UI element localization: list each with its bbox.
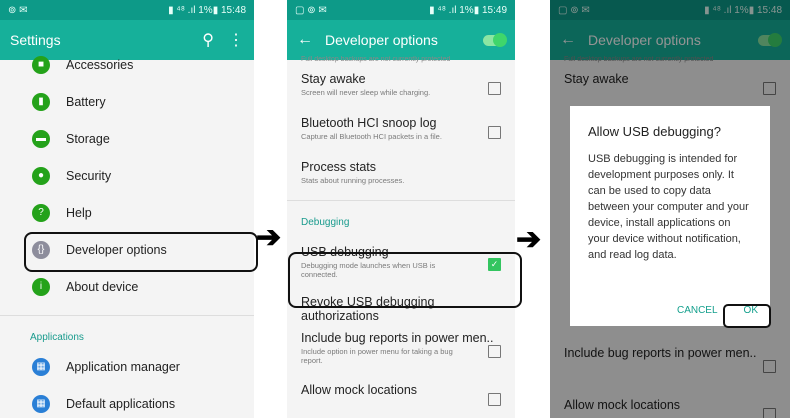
stay-awake-checkbox[interactable] [488,82,501,95]
settings-item-application-manager[interactable]: ▦ Application manager [0,348,254,385]
arrow-right-icon: ➔ [516,223,542,256]
divider [0,315,254,316]
settings-item-accessories[interactable]: ■ Accessories [0,46,254,83]
mock-locations-checkbox[interactable] [488,393,501,406]
option-bluetooth-hci[interactable]: Bluetooth HCI snoop log Capture all Blue… [287,110,515,154]
master-toggle[interactable] [483,32,507,47]
settings-item-label: Help [66,205,92,220]
accessories-icon: ■ [32,55,50,74]
option-stay-awake[interactable]: Stay awake Screen will never sleep while… [287,66,515,110]
status-left: ⊚ ✉ [8,4,28,16]
option-bug-reports[interactable]: Include bug reports in power men.. Inclu… [287,325,515,377]
option-title: Include bug reports in power men.. [301,331,494,345]
option-process-stats[interactable]: Process stats Stats about running proces… [287,154,515,198]
option-subtitle: Include option in power menu for taking … [301,347,453,365]
option-title: Process stats [301,160,377,174]
settings-item-label: Application manager [66,359,180,374]
search-icon[interactable]: ⚲ [202,30,214,50]
settings-item-about-device[interactable]: i About device [0,268,254,305]
about-device-icon: i [32,277,50,296]
dialog-title: Allow USB debugging? [588,124,721,139]
divider [287,200,515,201]
developer-options-screen: ▢ ⊚ ✉ ▮ ⁴⁸ .ıl 1%▮ 15:49 ← Developer opt… [287,0,515,418]
settings-screen: ⊚ ✉ ▮ ⁴⁸ .ıl 1%▮ 15:48 Settings ⚲ ⋮ ■ Acc… [0,0,254,418]
usb-debugging-dialog: Allow USB debugging? USB debugging is in… [570,106,770,326]
arrow-right-icon: ➔ [256,221,282,254]
more-options-icon[interactable]: ⋮ [228,30,244,50]
battery-icon: ▮ [32,92,50,111]
option-subtitle: Capture all Bluetooth HCI packets in a f… [301,132,442,141]
section-header-debugging: Debugging [301,217,350,228]
option-subtitle: Screen will never sleep while charging. [301,88,431,97]
security-icon: ● [32,166,50,185]
bluetooth-hci-checkbox[interactable] [488,126,501,139]
settings-item-battery[interactable]: ▮ Battery [0,83,254,120]
settings-item-label: Battery [66,94,106,109]
status-right: ▮ ⁴⁸ .ıl 1%▮ 15:49 [429,4,507,16]
dialog-message: USB debugging is intended for developmen… [588,153,749,261]
cancel-button[interactable]: CANCEL [677,305,718,316]
storage-icon: ▬ [32,129,50,148]
page-title: Settings [10,32,61,48]
settings-item-label: Storage [66,131,110,146]
settings-item-label: Accessories [66,57,134,72]
top-note: Full desktop backups are not currently p… [301,56,451,63]
usb-debugging-dialog-screen: ▢ ⊚ ✉ ▮ ⁴⁸ .ıl 1%▮ 15:48 ← Developer opt… [550,0,790,418]
highlight-developer-options [24,232,258,272]
toggle-knob [493,32,507,47]
back-arrow-icon[interactable]: ← [297,31,313,49]
settings-item-security[interactable]: ● Security [0,157,254,194]
settings-item-label: Security [66,168,112,183]
application-manager-icon: ▦ [32,357,50,376]
status-bar: ⊚ ✉ ▮ ⁴⁸ .ıl 1%▮ 15:48 [0,0,254,20]
default-applications-icon: ▦ [32,394,50,413]
highlight-ok-button [723,304,771,328]
option-subtitle: Stats about running processes. [301,176,405,185]
option-title: Allow mock locations [301,383,418,397]
settings-item-label: About device [66,279,139,294]
option-title: Stay awake [301,72,366,86]
bug-reports-checkbox[interactable] [488,345,501,358]
page-title: Developer options [325,32,438,48]
section-header-applications: Applications [30,332,84,343]
app-bar: ← Developer options [287,20,515,60]
status-bar: ▢ ⊚ ✉ ▮ ⁴⁸ .ıl 1%▮ 15:49 [287,0,515,20]
settings-item-default-applications[interactable]: ▦ Default applications [0,385,254,418]
status-right: ▮ ⁴⁸ .ıl 1%▮ 15:48 [168,4,246,16]
status-left: ▢ ⊚ ✉ [295,4,327,16]
settings-item-storage[interactable]: ▬ Storage [0,120,254,157]
option-title: Bluetooth HCI snoop log [301,116,437,130]
settings-item-help[interactable]: ? Help [0,194,254,231]
option-mock-locations[interactable]: Allow mock locations [287,377,515,407]
highlight-usb-debugging [288,252,522,308]
settings-item-label: Default applications [66,396,176,411]
help-icon: ? [32,203,50,222]
